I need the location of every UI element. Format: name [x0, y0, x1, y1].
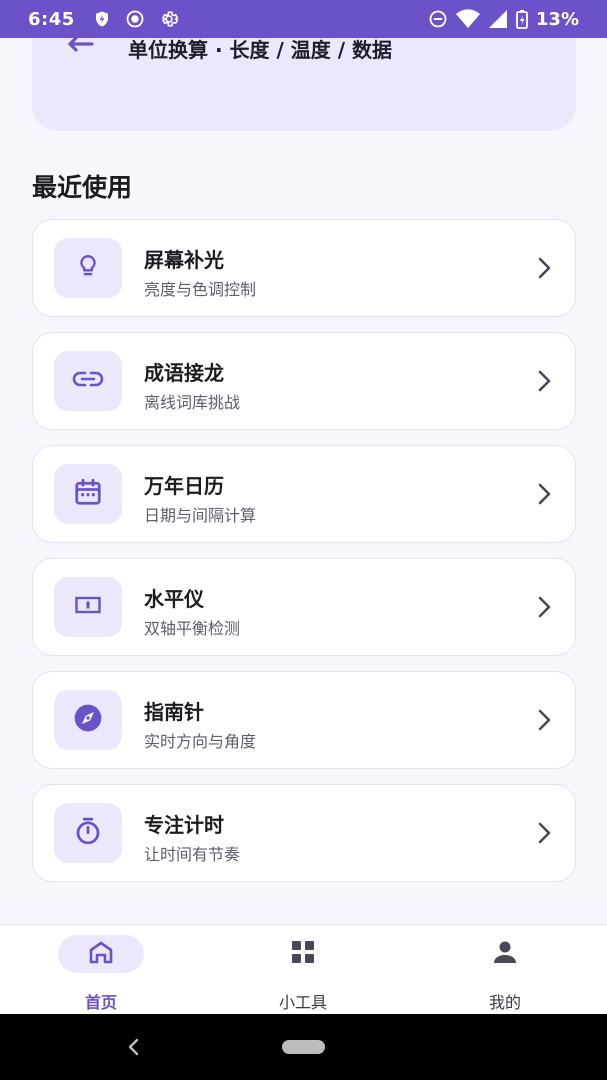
nav-label: 首页	[84, 993, 117, 1012]
swap-arrows-icon	[62, 38, 98, 54]
tool-subtitle: 双轴平衡检测	[144, 619, 241, 638]
chevron-right-icon	[537, 821, 551, 849]
recent-tools-list: 屏幕补光 亮度与色调控制 成语接龙 离线词库挑战 万年日历 日期与间隔计算 水平…	[32, 219, 576, 897]
tool-card-compass[interactable]: 指南针 实时方向与角度	[32, 671, 576, 769]
lightbulb-icon	[75, 253, 101, 283]
link-icon	[72, 369, 104, 393]
chevron-right-icon	[537, 256, 551, 284]
tool-title: 屏幕补光	[144, 248, 224, 272]
tool-subtitle: 离线词库挑战	[144, 393, 241, 412]
chevron-right-icon	[537, 708, 551, 736]
status-right: 13%	[428, 9, 579, 30]
signal-icon	[488, 9, 508, 29]
nav-item-home[interactable]: 首页	[0, 925, 202, 1015]
radio-icon	[125, 9, 145, 29]
tool-card-idiom-chain[interactable]: 成语接龙 离线词库挑战	[32, 332, 576, 430]
home-gesture-pill[interactable]	[282, 1040, 325, 1054]
tool-icon-box	[54, 351, 122, 411]
nav-label: 小工具	[278, 993, 327, 1012]
shield-icon	[93, 10, 111, 28]
wifi-icon	[455, 9, 480, 29]
system-navigation-bar	[0, 1014, 607, 1080]
chevron-right-icon	[537, 595, 551, 623]
tool-subtitle: 让时间有节奏	[144, 845, 241, 864]
tool-icon-box	[54, 690, 122, 750]
status-left: 6:45	[28, 9, 179, 30]
nav-item-tools[interactable]: 小工具	[202, 925, 404, 1015]
bottom-navigation: 首页 小工具 我的	[0, 924, 607, 1014]
section-title-recent: 最近使用	[32, 173, 133, 202]
tool-card-calendar[interactable]: 万年日历 日期与间隔计算	[32, 445, 576, 543]
tool-title: 水平仪	[144, 587, 204, 611]
tool-title: 万年日历	[144, 474, 224, 498]
tool-subtitle: 实时方向与角度	[144, 732, 257, 751]
battery-percent: 13%	[535, 8, 579, 30]
nav-label: 我的	[488, 993, 521, 1012]
tool-icon-box	[54, 238, 122, 298]
tool-icon-box	[54, 803, 122, 863]
nav-pill	[260, 935, 346, 973]
grid-icon	[290, 939, 316, 969]
tool-title: 指南针	[144, 700, 204, 724]
back-icon[interactable]	[126, 1038, 142, 1060]
nav-item-profile[interactable]: 我的	[404, 925, 606, 1015]
chevron-right-icon	[537, 369, 551, 397]
tool-title: 成语接龙	[144, 361, 224, 385]
unit-converter-subtitle: 单位换算 · 长度 / 温度 / 数据	[128, 38, 392, 62]
nav-pill	[462, 935, 548, 973]
battery-charging-icon	[516, 9, 528, 29]
tool-subtitle: 日期与间隔计算	[144, 506, 257, 525]
tool-icon-box	[54, 464, 122, 524]
timer-icon	[73, 816, 103, 850]
tool-card-screen-light[interactable]: 屏幕补光 亮度与色调控制	[32, 219, 576, 317]
status-time: 6:45	[28, 8, 75, 30]
tool-card-focus-timer[interactable]: 专注计时 让时间有节奏	[32, 784, 576, 882]
status-bar: 6:45 13%	[0, 0, 607, 38]
tool-subtitle: 亮度与色调控制	[144, 280, 257, 299]
tool-card-level[interactable]: 水平仪 双轴平衡检测	[32, 558, 576, 656]
compass-icon	[72, 702, 104, 738]
person-icon	[492, 939, 518, 969]
chevron-right-icon	[537, 482, 551, 510]
gear-icon	[159, 9, 179, 29]
main-content[interactable]: 单位换算 · 长度 / 温度 / 数据 最近使用 屏幕补光 亮度与色调控制 成语…	[0, 38, 607, 924]
unit-converter-card[interactable]: 单位换算 · 长度 / 温度 / 数据	[32, 38, 576, 131]
tool-title: 专注计时	[144, 813, 224, 837]
home-icon	[88, 940, 114, 968]
level-icon	[74, 595, 102, 619]
calendar-icon	[73, 477, 103, 511]
nav-pill	[58, 935, 144, 973]
tool-icon-box	[54, 577, 122, 637]
do-not-disturb-icon	[428, 9, 448, 29]
